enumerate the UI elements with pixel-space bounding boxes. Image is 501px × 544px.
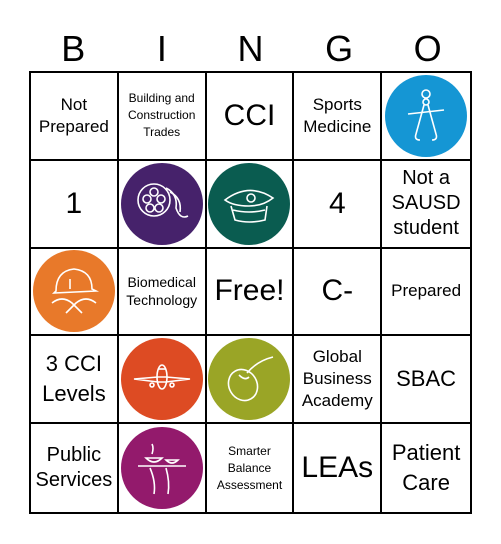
cell-label: C-	[321, 274, 354, 308]
bingo-cell[interactable]: Public Services	[31, 424, 119, 512]
header-letter-i: I	[156, 28, 167, 69]
cell-label: Not a SAUSD student	[391, 167, 461, 240]
bingo-cell[interactable]: Biomedical Technology	[118, 248, 207, 337]
header-letter-g: G	[325, 28, 354, 69]
bingo-cell[interactable]: CCI	[206, 73, 295, 161]
bingo-cell[interactable]	[382, 73, 470, 161]
airplane-icon	[120, 338, 203, 421]
serving-tray-icon	[120, 427, 203, 510]
bingo-cell[interactable]: Sports Medicine	[294, 73, 383, 161]
cell-label: 1	[65, 186, 83, 220]
bingo-cell[interactable]: Smarter Balance Assessment	[207, 424, 295, 512]
bingo-cell[interactable]: Building and Construction Trades	[118, 73, 207, 161]
bingo-cell[interactable]	[119, 424, 207, 512]
cell-label: Global Business Academy	[301, 347, 373, 411]
bingo-cell[interactable]: Free!	[206, 248, 295, 337]
cell-label: LEAs	[301, 451, 374, 485]
bingo-cell[interactable]: 4	[294, 160, 383, 249]
header-letter-o: O	[413, 28, 442, 69]
captain-hat-icon	[208, 162, 291, 245]
caliper-icon	[385, 74, 468, 157]
cell-label: SBAC	[396, 366, 457, 392]
bingo-cell[interactable]: LEAs	[294, 424, 383, 512]
cell-label: Free!	[214, 274, 285, 308]
bingo-cell[interactable]	[118, 336, 207, 425]
bingo-cell[interactable]: 3 CCI Levels	[31, 336, 119, 425]
cell-label: 3 CCI Levels	[42, 351, 106, 407]
bingo-cell[interactable]	[206, 336, 295, 425]
bingo-cell[interactable]: SBAC	[382, 336, 470, 425]
bingo-cell[interactable]: Patient Care	[382, 424, 470, 512]
cell-label: Prepared	[391, 281, 462, 301]
header-letter-n: N	[237, 28, 264, 69]
bingo-grid: Not Prepared Building and Construction Tr…	[29, 71, 472, 514]
computer-mouse-icon	[208, 338, 291, 421]
cell-label: Biomedical Technology	[126, 274, 198, 309]
film-reel-icon	[120, 162, 203, 245]
header-letter-b: B	[61, 28, 86, 69]
cell-label: Patient Care	[391, 440, 461, 496]
bingo-cell[interactable]: 1	[31, 160, 119, 249]
bingo-cell[interactable]: Prepared	[382, 249, 470, 337]
bingo-cell[interactable]: Global Business Academy	[294, 336, 383, 425]
cell-label: Not Prepared	[38, 94, 109, 136]
cell-label: Smarter Balance Assessment	[216, 443, 283, 492]
cell-label: 4	[328, 186, 346, 220]
bingo-cell[interactable]	[31, 248, 119, 337]
hard-hat-gloves-icon	[32, 250, 115, 333]
bingo-cell[interactable]: Not Prepared	[31, 73, 119, 161]
cell-label: Building and Construction Trades	[128, 91, 196, 140]
cell-label: CCI	[223, 98, 276, 132]
bingo-cell[interactable]	[206, 160, 295, 249]
bingo-cell[interactable]: C-	[294, 248, 383, 337]
cell-label: Public Services	[35, 444, 113, 492]
cell-label: Sports Medicine	[303, 94, 372, 136]
bingo-cell[interactable]	[118, 160, 207, 249]
bingo-header: B I N G O	[29, 28, 472, 70]
bingo-cell[interactable]: Not a SAUSD student	[382, 161, 470, 249]
